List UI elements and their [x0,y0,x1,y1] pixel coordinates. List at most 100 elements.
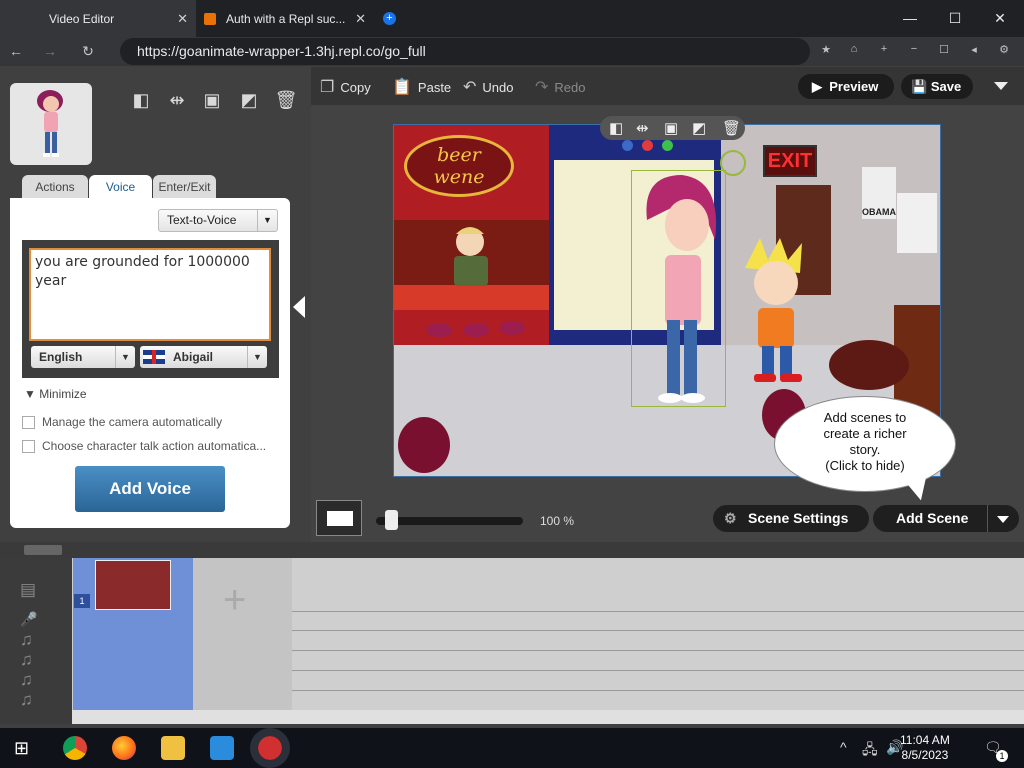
poster-label: OBAMA [862,207,896,217]
play-icon: ▶ [812,79,822,94]
minimize-window-icon[interactable]: — [900,10,920,26]
scene-thumbnail[interactable] [95,560,171,610]
microsoft-store-icon[interactable] [210,736,234,760]
save-button[interactable]: 💾 Save [901,74,973,99]
address-bar[interactable]: https://goanimate-wrapper-1.3hj.repl.co/… [120,38,810,65]
music-note-icon: ♫ [20,670,33,689]
bring-forward-icon[interactable]: ◧ [129,90,153,112]
trash-icon[interactable]: 🗑 [722,119,741,137]
file-explorer-icon[interactable] [161,736,185,760]
new-tab-plus-icon[interactable]: + [383,12,396,25]
bartender-character [454,227,488,286]
plus-icon[interactable]: + [876,43,892,55]
settings-gear-icon[interactable]: ⚙ [996,43,1012,56]
minimize-toggle[interactable]: ▼ Minimize [24,387,87,401]
maximize-window-icon[interactable]: ☐ [945,10,965,27]
wine-sign-line: wene [433,166,485,188]
system-clock[interactable]: 11:04 AM 8/5/2023 [900,733,950,763]
hint-speech-bubble[interactable]: Add scenes to create a richer story. (Cl… [774,396,956,492]
zoom-slider-track[interactable] [376,517,523,525]
chevron-down-icon[interactable] [997,516,1009,523]
tab-title: Video Editor [49,11,115,26]
music-note-icon: ♫ [20,690,33,709]
undo-button[interactable]: ↶ Undo [463,77,513,97]
tab-repl-auth[interactable]: Auth with a Repl suc... ✕ [196,0,374,37]
back-arrow-icon[interactable]: ← [6,43,26,59]
trash-icon[interactable]: 🗑 [274,90,298,112]
timeline-scrollbar[interactable] [72,710,1024,724]
widescreen-toggle-button[interactable] [316,500,362,536]
forward-arrow-icon[interactable]: → [40,43,60,59]
screen-ratio-icon [327,511,353,526]
red-dot-icon[interactable] [642,140,653,151]
voice-mode-value: Text-to-Voice [167,213,237,227]
redo-button[interactable]: ↷ Redo [535,77,585,97]
bubble-line: Add scenes to [823,410,907,425]
selection-box[interactable] [631,170,726,407]
voice-mode-select[interactable]: Text-to-Voice ▼ [158,209,278,232]
home-icon[interactable]: ⌂ [846,43,862,55]
preview-button[interactable]: ▶ Preview [798,74,894,99]
close-icon[interactable]: ✕ [355,11,366,27]
zoom-slider-thumb[interactable] [385,510,398,530]
rotate-handle-icon[interactable] [720,150,746,176]
voice-text-input[interactable]: you are grounded for 1000000 year [29,248,271,341]
star-icon[interactable]: ★ [818,43,834,56]
bring-to-front-icon[interactable]: ▣ [664,119,678,137]
more-menu-chevron-icon[interactable] [994,82,1008,90]
obama-poster: OBAMA [862,167,896,219]
add-scene-button[interactable]: Add Scene [873,505,1019,532]
scene-settings-label: Scene Settings [748,510,849,526]
tab-enter-exit[interactable]: Enter/Exit [153,175,216,199]
add-voice-button[interactable]: Add Voice [75,466,225,512]
wall-poster [897,193,937,253]
floppy-disk-icon: 💾 [911,79,928,94]
bring-forward-icon[interactable]: ◧ [609,119,623,137]
windows-start-icon[interactable]: ⊞ [14,738,29,759]
speaker-icon[interactable]: ◂ [966,43,982,56]
redo-label: Redo [554,79,586,95]
tab-voice[interactable]: Voice [89,175,152,200]
scene-settings-button[interactable]: ⚙ Scene Settings [713,505,869,532]
send-to-back-icon[interactable]: ◩ [237,90,261,112]
green-dot-icon[interactable] [662,140,673,151]
flip-horizontal-icon[interactable]: ⇹ [165,90,189,112]
add-scene-slot[interactable]: + [193,558,292,710]
exit-sign: EXIT [763,145,817,177]
tab-actions[interactable]: Actions [22,175,88,199]
copy-button[interactable]: ❐ Copy [320,77,371,97]
collapse-panel-arrow-icon[interactable] [293,296,305,318]
chevron-down-icon: ▼ [257,210,277,231]
send-to-back-icon[interactable]: ◩ [692,119,706,137]
clock-date: 8/5/2023 [901,748,949,762]
paste-label: Paste [417,79,452,95]
reload-icon[interactable]: ↻ [78,43,98,60]
firefox-icon[interactable] [112,736,136,760]
redo-icon: ↷ [535,79,549,96]
character-thumbnail[interactable] [10,83,92,165]
goanimate-app-icon[interactable] [250,728,290,768]
close-icon[interactable]: ✕ [177,11,188,27]
talk-action-checkbox[interactable] [22,440,35,453]
chevron-up-icon[interactable]: ^ [840,739,847,755]
bring-to-front-icon[interactable]: ▣ [200,90,224,112]
voice-select[interactable]: Abigail ▼ [140,346,267,368]
blue-dot-icon[interactable] [622,140,633,151]
film-strip-icon: ▤ [20,580,37,599]
square-icon[interactable]: ☐ [936,43,952,56]
bubble-line: create a richer [823,426,907,441]
tab-title: Auth with a Repl suc... [226,11,346,26]
tab-video-editor[interactable]: Video Editor ✕ [0,0,196,37]
chrome-icon[interactable] [63,736,87,760]
timeline-zoom-handle[interactable] [24,545,62,555]
track-divider [292,670,1024,671]
close-window-icon[interactable]: ✕ [990,10,1010,27]
gear-icon: ⚙ [724,510,737,526]
repl-favicon-icon [204,12,216,25]
minus-icon[interactable]: − [906,43,922,55]
manage-camera-checkbox[interactable] [22,416,35,429]
network-icon[interactable]: 🖧 [862,739,878,763]
flip-horizontal-icon[interactable]: ⇹ [636,119,649,137]
language-select[interactable]: English ▼ [31,346,135,368]
paste-button[interactable]: 📋 Paste [392,77,451,97]
